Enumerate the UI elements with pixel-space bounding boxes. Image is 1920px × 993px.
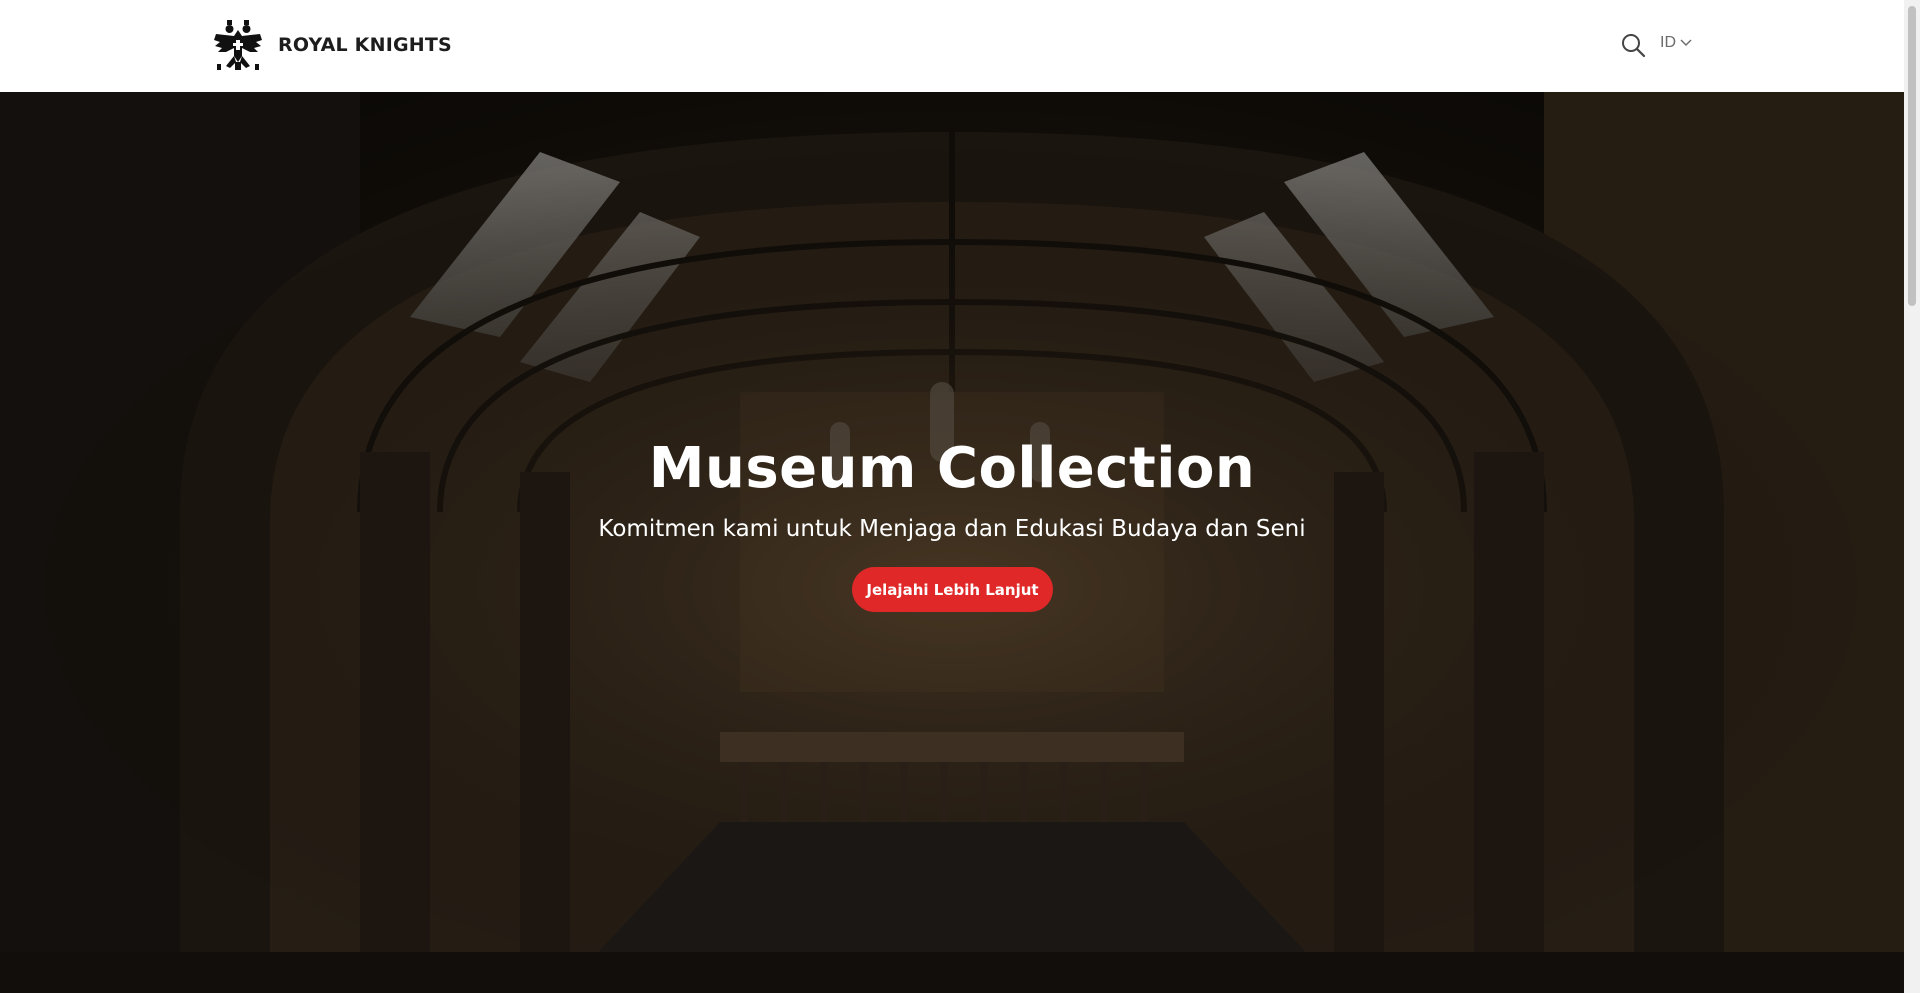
language-selector[interactable]: ID: [1660, 34, 1692, 52]
explore-more-button[interactable]: Jelajahi Lebih Lanjut: [852, 567, 1053, 612]
brand-link[interactable]: ROYAL KNIGHTS: [212, 18, 452, 72]
search-icon: [1622, 34, 1646, 58]
chevron-down-icon: [1680, 39, 1692, 46]
hero-content: Museum Collection Komitmen kami untuk Me…: [0, 92, 1904, 993]
brand-name: ROYAL KNIGHTS: [278, 34, 452, 56]
hero-title: Museum Collection: [648, 436, 1256, 501]
scrollbar-thumb[interactable]: [1908, 6, 1916, 306]
hero-subtitle: Komitmen kami untuk Menjaga dan Edukasi …: [598, 516, 1306, 542]
logo-icon: [214, 20, 262, 70]
search-button[interactable]: [1620, 32, 1646, 58]
site-header: ROYAL KNIGHTS ID: [0, 0, 1904, 92]
page-scrollbar[interactable]: [1904, 0, 1920, 993]
language-label: ID: [1660, 34, 1676, 51]
page: ROYAL KNIGHTS ID Museum Collection Komit…: [0, 0, 1920, 993]
hero-section: Museum Collection Komitmen kami untuk Me…: [0, 92, 1904, 993]
